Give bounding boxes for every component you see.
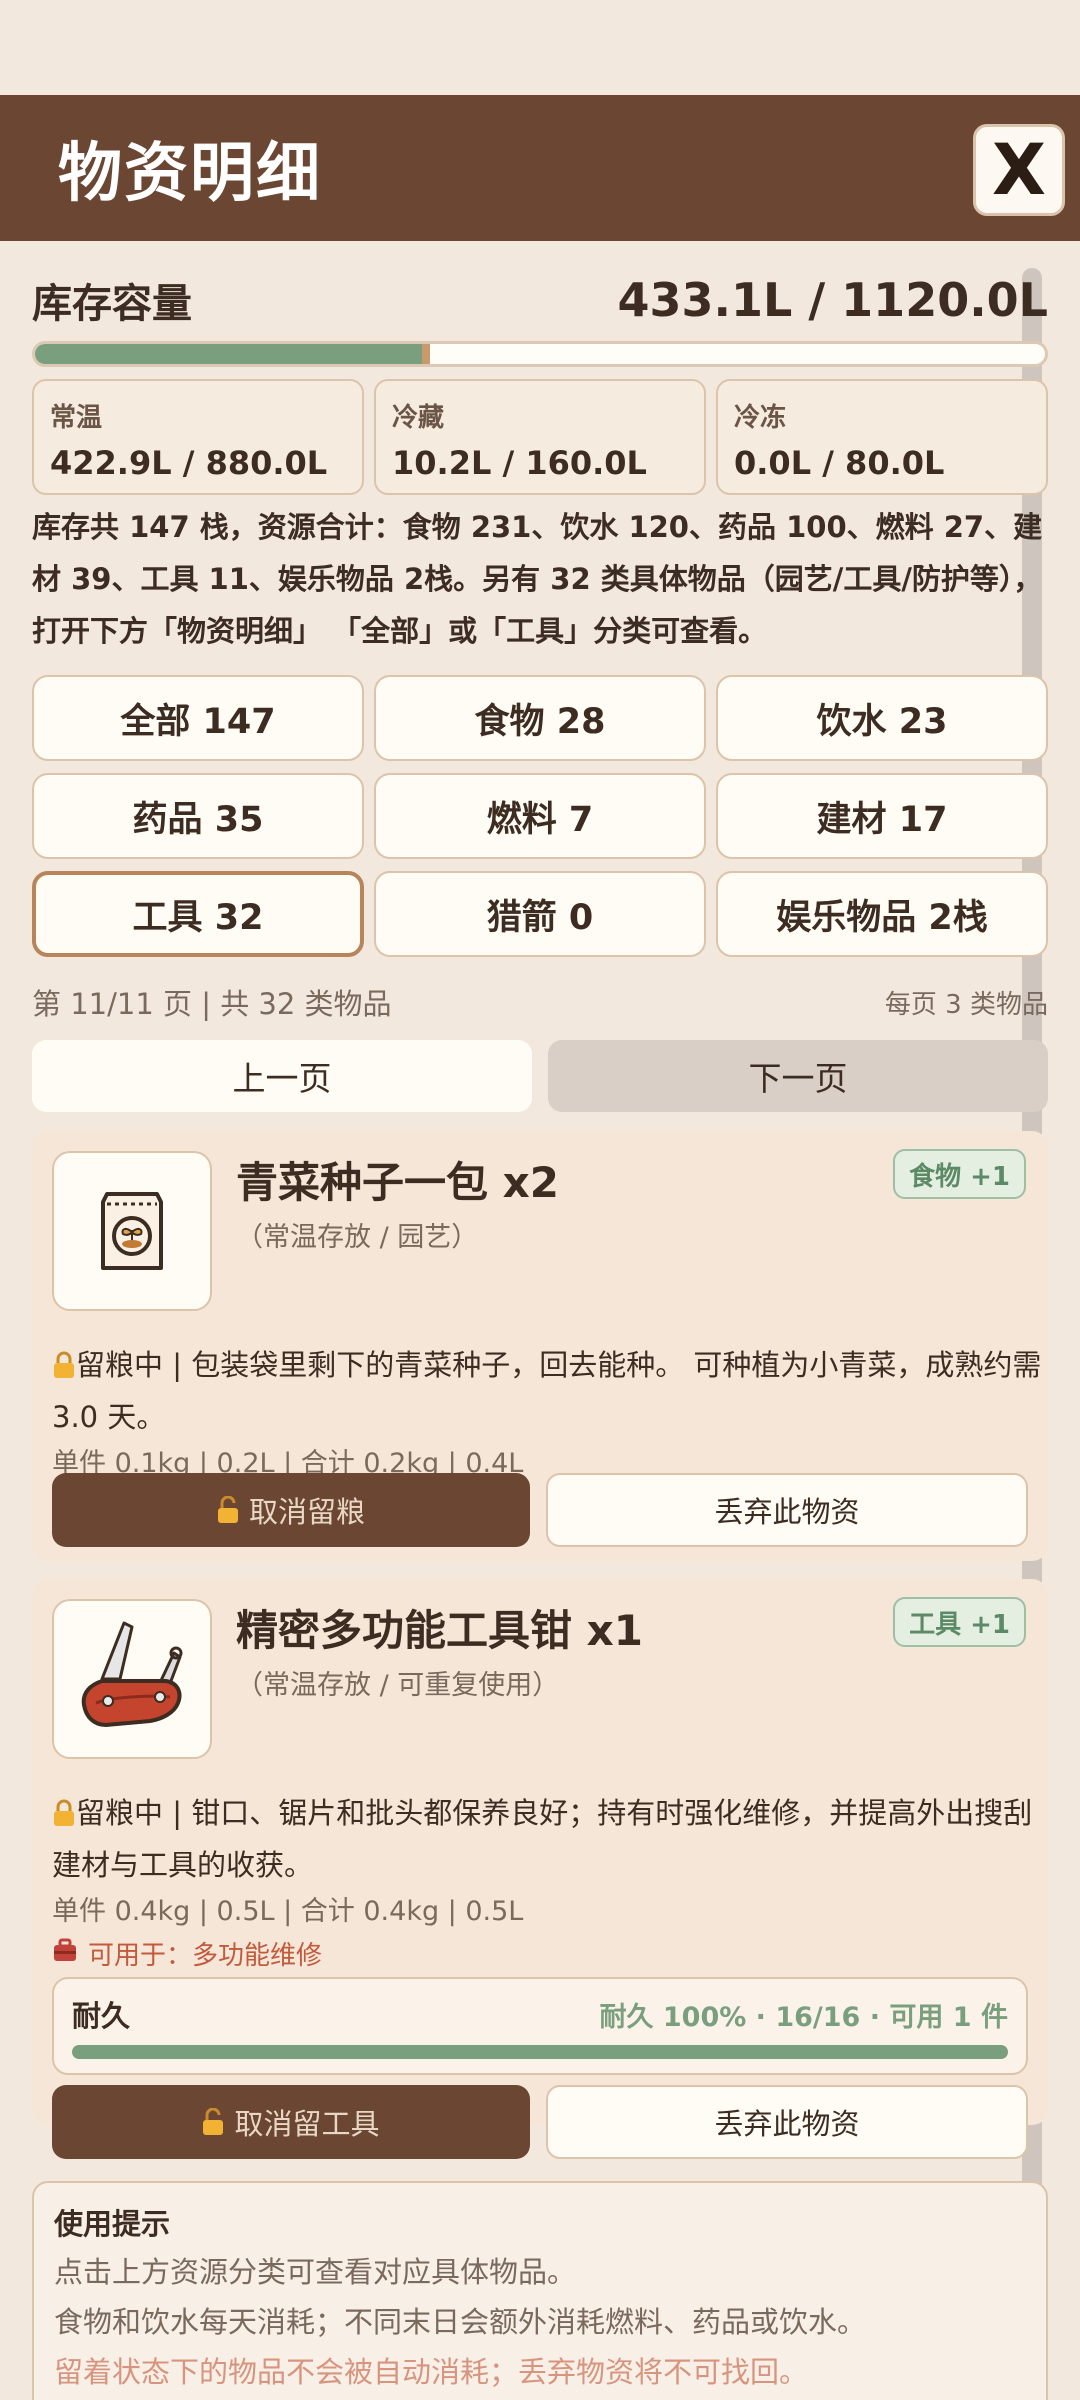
- item-description: 留粮中 | 包装袋里剩下的青菜种子，回去能种。 可种植为小青菜，成熟约需 3.0…: [52, 1339, 1042, 1443]
- multitool-icon: [52, 1599, 212, 1759]
- category-all[interactable]: 全部 147: [32, 675, 364, 761]
- zone-ambient: 常温 422.9L / 880.0L: [32, 379, 364, 495]
- capacity-bar-marker: [421, 344, 430, 364]
- durability-text: 耐久 100% · 16/16 · 可用 1 件: [599, 2002, 1008, 2033]
- category-tools[interactable]: 工具 32: [32, 871, 364, 957]
- tips-title: 使用提示: [54, 2207, 171, 2241]
- discard-button[interactable]: 丢弃此物资: [546, 2085, 1028, 2159]
- durability-bar: [72, 2045, 1008, 2059]
- item-description-text: 留粮中 | 钳口、锯片和批头都保养良好；持有时强化维修，并提高外出搜刮建材与工具…: [52, 1796, 1033, 1882]
- item-name: 精密多功能工具钳 x1: [236, 1606, 643, 1655]
- seed-packet-icon: [52, 1151, 212, 1311]
- item-use: 可用于：多功能维修: [52, 1935, 322, 1972]
- zone-frozen: 冷冻 0.0L / 80.0L: [716, 379, 1048, 495]
- tips-line: 食物和饮水每天消耗；不同末日会额外消耗燃料、药品或饮水。: [54, 2305, 867, 2339]
- next-page-button[interactable]: 下一页: [548, 1040, 1048, 1112]
- item-badge: 工具 +1: [893, 1597, 1026, 1647]
- capacity-bar: [32, 341, 1048, 367]
- pager: 上一页 下一页: [32, 1040, 1048, 1112]
- item-description: 留粮中 | 钳口、锯片和批头都保养良好；持有时强化维修，并提高外出搜刮建材与工具…: [52, 1787, 1042, 1891]
- category-materials[interactable]: 建材 17: [716, 773, 1048, 859]
- capacity-value: 433.1L / 1120.0L: [617, 273, 1048, 327]
- item-actions: 取消留粮 丢弃此物资: [52, 1473, 1028, 1547]
- zone-value: 10.2L / 160.0L: [392, 444, 647, 482]
- page-indicator: 第 11/11 页 | 共 32 类物品: [32, 987, 392, 1021]
- category-medicine[interactable]: 药品 35: [32, 773, 364, 859]
- cancel-reserve-tool-label: 取消留工具: [234, 2107, 380, 2141]
- item-use-text: 可用于：多功能维修: [88, 1941, 323, 1971]
- durability-panel: 耐久 耐久 100% · 16/16 · 可用 1 件: [52, 1977, 1028, 2075]
- tips-line: 点击上方资源分类可查看对应具体物品。: [54, 2255, 577, 2289]
- capacity-row: 库存容量 433.1L / 1120.0L: [32, 271, 1048, 329]
- per-page-label: 每页 3 类物品: [884, 989, 1048, 1020]
- cancel-reserve-tool-button[interactable]: 取消留工具: [52, 2085, 530, 2159]
- item-card: 精密多功能工具钳 x1 （常温存放 / 可重复使用） 工具 +1 留粮中 | 钳…: [32, 1579, 1048, 2159]
- category-grid: 全部 147 食物 28 饮水 23 药品 35 燃料 7 建材 17 工具 3…: [32, 675, 1048, 957]
- item-badge: 食物 +1: [893, 1149, 1026, 1199]
- category-water[interactable]: 饮水 23: [716, 675, 1048, 761]
- inventory-summary: 库存共 147 栈，资源合计：食物 231、饮水 120、药品 100、燃料 2…: [32, 510, 1043, 648]
- category-arrows[interactable]: 猎箭 0: [374, 871, 706, 957]
- item-card: 青菜种子一包 x2 （常温存放 / 园艺） 食物 +1 留粮中 | 包装袋里剩下…: [32, 1131, 1048, 1561]
- toolbox-icon: [52, 1937, 78, 1970]
- usage-tips: 使用提示 点击上方资源分类可查看对应具体物品。 食物和饮水每天消耗；不同末日会额…: [32, 2181, 1048, 2400]
- lock-icon: [52, 1343, 76, 1378]
- item-storage: （常温存放 / 园艺）: [236, 1222, 479, 1253]
- storage-zones: 常温 422.9L / 880.0L 冷藏 10.2L / 160.0L 冷冻 …: [32, 379, 1048, 495]
- item-storage: （常温存放 / 可重复使用）: [236, 1670, 560, 1701]
- lock-icon: [52, 1791, 76, 1826]
- status-bar-space: [0, 0, 1080, 95]
- category-entertainment[interactable]: 娱乐物品 2栈: [716, 871, 1048, 957]
- cancel-reserve-button[interactable]: 取消留粮: [52, 1473, 530, 1547]
- header: 物资明细 X: [0, 95, 1080, 241]
- prev-page-button[interactable]: 上一页: [32, 1040, 532, 1112]
- item-description-text: 留粮中 | 包装袋里剩下的青菜种子，回去能种。 可种植为小青菜，成熟约需 3.0…: [52, 1348, 1042, 1434]
- zone-label: 冷冻: [734, 403, 787, 433]
- zone-chilled: 冷藏 10.2L / 160.0L: [374, 379, 706, 495]
- durability-label: 耐久: [72, 1999, 131, 2033]
- unlock-icon: [217, 1495, 239, 1524]
- cancel-reserve-label: 取消留粮: [248, 1495, 365, 1529]
- zone-label: 常温: [50, 403, 103, 433]
- zone-value: 422.9L / 880.0L: [50, 444, 328, 482]
- unlock-icon: [202, 2107, 224, 2136]
- capacity-label: 库存容量: [32, 281, 192, 327]
- item-spec: 单件 0.4kg | 0.5L | 合计 0.4kg | 0.5L: [52, 1896, 524, 1927]
- category-food[interactable]: 食物 28: [374, 675, 706, 761]
- tips-line: 留着状态下的物品不会被自动消耗；丢弃物资将不可找回。: [54, 2355, 809, 2389]
- close-button[interactable]: X: [973, 124, 1065, 216]
- capacity-bar-fill: [35, 344, 426, 364]
- item-name: 青菜种子一包 x2: [236, 1158, 559, 1207]
- zone-value: 0.0L / 80.0L: [734, 444, 945, 482]
- category-fuel[interactable]: 燃料 7: [374, 773, 706, 859]
- page-info: 第 11/11 页 | 共 32 类物品 每页 3 类物品: [32, 981, 1048, 1023]
- zone-label: 冷藏: [392, 403, 445, 433]
- page-title: 物资明细: [58, 137, 322, 211]
- discard-button[interactable]: 丢弃此物资: [546, 1473, 1028, 1547]
- item-actions: 取消留工具 丢弃此物资: [52, 2085, 1028, 2159]
